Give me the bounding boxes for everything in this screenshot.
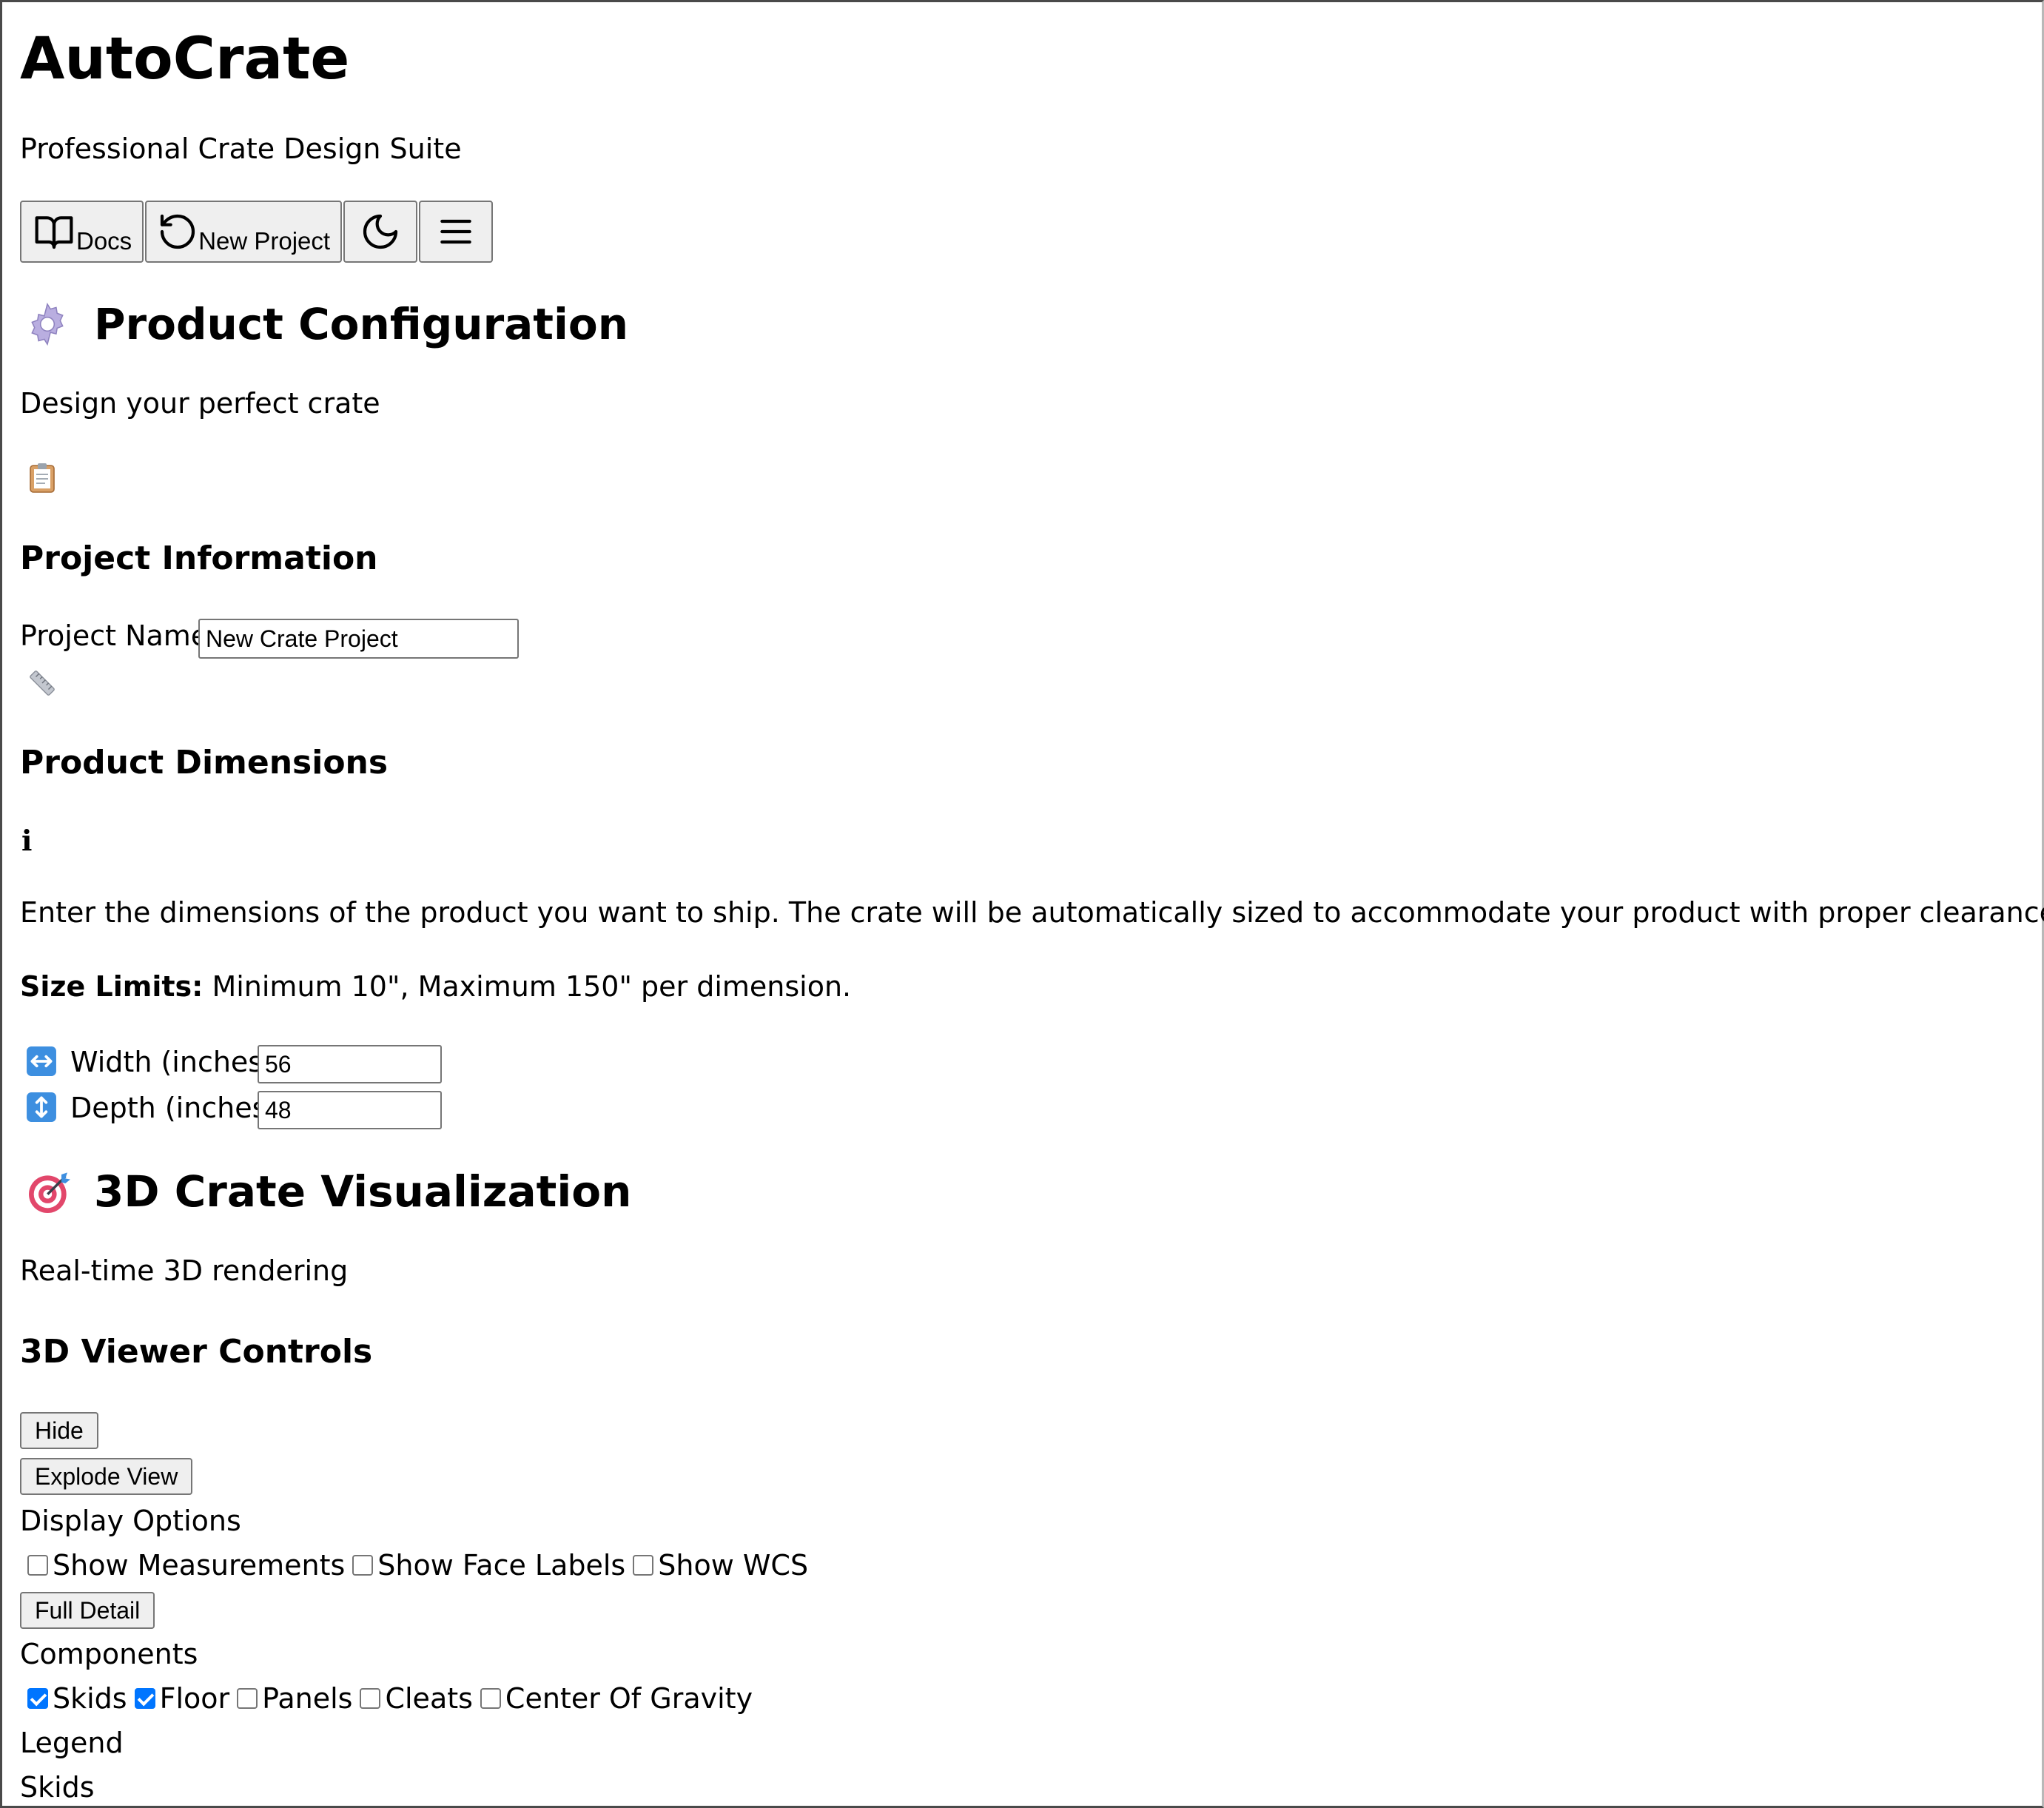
depth-input[interactable] bbox=[258, 1091, 442, 1129]
docs-label: Docs bbox=[76, 227, 132, 255]
legend-label: Legend bbox=[20, 1727, 124, 1759]
skids-checkbox[interactable] bbox=[27, 1688, 48, 1709]
visualization-subtitle: Real-time 3D rendering bbox=[20, 1254, 349, 1287]
menu-button[interactable] bbox=[419, 201, 494, 263]
book-open-icon bbox=[32, 211, 76, 255]
project-name-label: Project Name bbox=[20, 619, 209, 652]
display-options-label: Display Options bbox=[20, 1505, 241, 1537]
project-name-input[interactable] bbox=[198, 619, 519, 659]
width-input[interactable] bbox=[258, 1045, 442, 1083]
toolbar: Docs New Project bbox=[20, 201, 494, 263]
dimensions-description: Enter the dimensions of the product you … bbox=[20, 896, 2044, 929]
floor-label: Floor bbox=[159, 1682, 230, 1715]
gear-icon bbox=[24, 301, 70, 350]
display-options-group: Show Measurements Show Face Labels Show … bbox=[20, 1549, 808, 1582]
width-label: Width (inches) bbox=[70, 1046, 274, 1078]
show-measurements-label: Show Measurements bbox=[53, 1549, 346, 1582]
show-wcs-label: Show WCS bbox=[658, 1549, 809, 1582]
hide-button[interactable]: Hide bbox=[20, 1412, 98, 1449]
show-measurements-checkbox[interactable] bbox=[27, 1555, 48, 1576]
target-icon bbox=[26, 1169, 73, 1219]
app-title: AutoCrate bbox=[20, 26, 350, 93]
project-info-heading: Project Information bbox=[20, 540, 378, 577]
product-config-title: Product Configuration bbox=[94, 299, 629, 349]
ruler-icon bbox=[27, 668, 57, 701]
cleats-checkbox[interactable] bbox=[360, 1688, 381, 1709]
full-detail-button[interactable]: Full Detail bbox=[20, 1592, 155, 1629]
legend-item-skids: Skids bbox=[20, 1771, 95, 1804]
product-dimensions-heading: Product Dimensions bbox=[20, 744, 389, 782]
size-limits-label: Size Limits: bbox=[20, 970, 204, 1003]
skids-label: Skids bbox=[53, 1682, 127, 1715]
app-subtitle: Professional Crate Design Suite bbox=[20, 132, 462, 165]
panels-label: Panels bbox=[262, 1682, 353, 1715]
product-config-subtitle: Design your perfect crate bbox=[20, 387, 380, 420]
depth-label: Depth (inches) bbox=[70, 1092, 278, 1124]
new-project-button[interactable]: New Project bbox=[145, 201, 343, 263]
visualization-title: 3D Crate Visualization bbox=[94, 1166, 632, 1217]
new-project-label: New Project bbox=[198, 227, 331, 255]
center-of-gravity-label: Center Of Gravity bbox=[505, 1682, 753, 1715]
theme-toggle-button[interactable] bbox=[343, 201, 418, 263]
page: AutoCrate Professional Crate Design Suit… bbox=[2, 2, 2044, 1806]
docs-button[interactable]: Docs bbox=[20, 201, 144, 263]
show-face-labels-label: Show Face Labels bbox=[377, 1549, 626, 1582]
show-face-labels-checkbox[interactable] bbox=[352, 1555, 374, 1576]
cleats-label: Cleats bbox=[385, 1682, 473, 1715]
viewer-controls-heading: 3D Viewer Controls bbox=[20, 1333, 373, 1371]
center-of-gravity-checkbox[interactable] bbox=[480, 1688, 501, 1709]
size-limits: Size Limits: Minimum 10", Maximum 150" p… bbox=[20, 970, 851, 1003]
rotate-ccw-icon bbox=[157, 211, 198, 255]
clipboard-icon bbox=[27, 461, 57, 497]
info-icon: i bbox=[21, 824, 33, 857]
up-down-arrow-icon bbox=[26, 1092, 57, 1126]
hamburger-menu-icon bbox=[435, 211, 477, 252]
moon-icon bbox=[360, 211, 401, 252]
size-limits-text: Minimum 10", Maximum 150" per dimension. bbox=[203, 970, 852, 1003]
floor-checkbox[interactable] bbox=[134, 1688, 155, 1709]
components-label: Components bbox=[20, 1638, 198, 1670]
left-right-arrow-icon bbox=[26, 1046, 57, 1080]
explode-view-button[interactable]: Explode View bbox=[20, 1458, 193, 1495]
components-group: Skids Floor Panels Cleats Center Of Grav… bbox=[20, 1682, 753, 1715]
show-wcs-checkbox[interactable] bbox=[633, 1555, 654, 1576]
panels-checkbox[interactable] bbox=[237, 1688, 258, 1709]
